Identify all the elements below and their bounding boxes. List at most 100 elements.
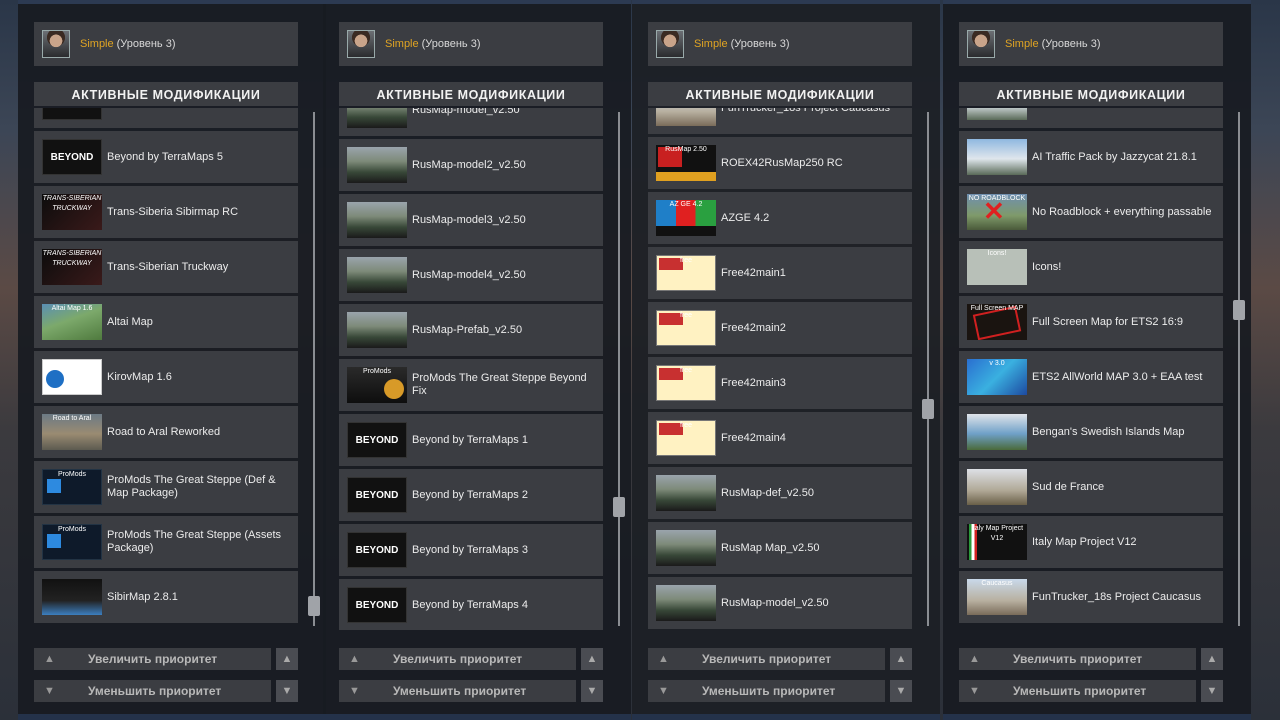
mod-name: Trans-Siberian Truckway: [107, 260, 229, 273]
mod-list[interactable]: RusMap-model_v2.50 RusMap-model2_v2.50 Rus…: [339, 108, 603, 630]
mod-list-item[interactable]: Sud de France: [959, 461, 1223, 513]
move-to-bottom-button[interactable]: ▼: [276, 680, 298, 702]
mod-list-item[interactable]: RusMap-model4_v2.50: [339, 249, 603, 301]
mod-list-item[interactable]: RusMap-model2_v2.50: [339, 139, 603, 191]
mod-name: Icons!: [1032, 260, 1062, 273]
mod-list-item[interactable]: free Free42main2: [648, 302, 912, 354]
mod-list-item[interactable]: TRANS-SIBERIAN TRUCKWAY Trans-Siberian Tr…: [34, 241, 298, 293]
mod-list-item[interactable]: v 3.0 ETS2 AllWorld MAP 3.0 + EAA test: [959, 351, 1223, 403]
mod-name: Trans-Siberia Sibirmap RC: [107, 205, 239, 218]
mod-name: RusMap-model4_v2.50: [412, 268, 526, 281]
double-chevron-up-icon: ▲: [895, 653, 907, 665]
scrollbar-thumb[interactable]: [922, 398, 934, 419]
mod-list-item[interactable]: BEYOND Beyond by TerraMaps 4: [339, 579, 603, 630]
mod-list-item[interactable]: RusMap 2.50 ROEX42RusMap250 RC: [648, 137, 912, 189]
mod-list-item[interactable]: Icons! Icons!: [959, 241, 1223, 293]
mod-list-item[interactable]: RusMap-model_v2.50: [648, 577, 912, 629]
mod-column-4: Simple (Уровень 3) АКТИВНЫЕ МОДИФИКАЦИИ …: [943, 0, 1251, 720]
mod-list-item[interactable]: SibirMap 2.8.1: [34, 571, 298, 623]
mod-list-item[interactable]: TRANS-SIBERIAN TRUCKWAY Trans-Siberia Sib…: [34, 186, 298, 238]
increase-priority-button[interactable]: ▲ Увеличить приоритет: [34, 648, 271, 670]
thumbnail-text: Full Screen MAP: [970, 305, 1024, 312]
mod-list-item[interactable]: ProMods ProMods The Great Steppe (Def & M…: [34, 461, 298, 513]
mod-list-item[interactable]: ProMods ProMods The Great Steppe (Assets …: [34, 516, 298, 568]
scrollbar-thumb[interactable]: [1233, 299, 1245, 320]
mod-list-item[interactable]: AZ GE 4.2 AZGE 4.2: [648, 192, 912, 244]
mod-list-item[interactable]: Altai Map 1.6 Altai Map: [34, 296, 298, 348]
increase-priority-label: Увеличить приоритет: [702, 652, 832, 666]
decrease-priority-button[interactable]: ▼ Уменьшить приоритет: [959, 680, 1196, 702]
mod-list[interactable]: BEYOND BEYOND Beyond by TerraMaps 5 TRANS-S…: [34, 108, 298, 630]
mod-list-item[interactable]: BEYOND Beyond by TerraMaps 5: [34, 131, 298, 183]
mod-list-item[interactable]: RusMap-def_v2.50: [648, 467, 912, 519]
increase-priority-button[interactable]: ▲ Увеличить приоритет: [959, 648, 1196, 670]
profile-card[interactable]: Simple (Уровень 3): [339, 22, 603, 66]
mod-list-item[interactable]: ProMods ProMods The Great Steppe Beyond F…: [339, 359, 603, 411]
mod-thumbnail: [656, 475, 716, 511]
mod-name: Free42main4: [721, 431, 786, 444]
mod-list-item[interactable]: Full Screen MAP Full Screen Map for ETS2 …: [959, 296, 1223, 348]
mod-list[interactable]: AI Traffic Pack by Jazzycat 21.8.1 NO ROA…: [959, 108, 1223, 630]
move-to-bottom-button[interactable]: ▼: [890, 680, 912, 702]
mod-thumbnail: NO ROADBLOCK: [967, 194, 1027, 230]
mod-list-item[interactable]: BEYOND Beyond by TerraMaps 1: [339, 414, 603, 466]
mod-list-item[interactable]: BEYOND: [34, 108, 298, 128]
mod-list-item[interactable]: BEYOND Beyond by TerraMaps 3: [339, 524, 603, 576]
mod-list-item[interactable]: [959, 108, 1223, 128]
move-to-top-button[interactable]: ▲: [581, 648, 603, 670]
mod-list-item[interactable]: free Free42main3: [648, 357, 912, 409]
move-to-top-button[interactable]: ▲: [890, 648, 912, 670]
thumbnail-text: BEYOND: [355, 434, 399, 446]
scrollbar-thumb[interactable]: [308, 596, 320, 617]
mod-thumbnail: AZ GE 4.2: [656, 200, 716, 236]
mod-list-item[interactable]: BEYOND Beyond by TerraMaps 2: [339, 469, 603, 521]
move-to-top-button[interactable]: ▲: [276, 648, 298, 670]
mod-list-item[interactable]: Bengan's Swedish Islands Map: [959, 406, 1223, 458]
mod-list-item[interactable]: free Free42main4: [648, 412, 912, 464]
mod-thumbnail: [656, 530, 716, 566]
mod-list-item[interactable]: KIROV MAP 1.6 KirovMap 1.6: [34, 351, 298, 403]
increase-priority-label: Увеличить приоритет: [88, 652, 218, 666]
mod-list-item[interactable]: AI Traffic Pack by Jazzycat 21.8.1: [959, 131, 1223, 183]
profile-card[interactable]: Simple (Уровень 3): [34, 22, 298, 66]
move-to-bottom-button[interactable]: ▼: [581, 680, 603, 702]
chevron-down-icon: ▼: [969, 685, 980, 697]
mod-thumbnail: TRANS-SIBERIAN TRUCKWAY: [42, 249, 102, 285]
increase-priority-button[interactable]: ▲ Увеличить приоритет: [339, 648, 576, 670]
decrease-priority-button[interactable]: ▼ Уменьшить приоритет: [339, 680, 576, 702]
scrollbar-thumb[interactable]: [613, 497, 625, 518]
mod-list[interactable]: Project Caucasus FunTrucker_18s Project C…: [648, 108, 912, 630]
decrease-priority-label: Уменьшить приоритет: [702, 684, 836, 698]
mod-list-item[interactable]: RusMap-model_v2.50: [339, 108, 603, 136]
mod-thumbnail: free: [656, 420, 716, 456]
thumbnail-text: Italy Map Project V12: [970, 525, 1024, 542]
move-to-top-button[interactable]: ▲: [1201, 648, 1223, 670]
mod-list-item[interactable]: Caucasus FunTrucker_18s Project Caucasus: [959, 571, 1223, 623]
increase-priority-row: ▲ Увеличить приоритет ▲: [648, 648, 912, 670]
mod-list-item[interactable]: NO ROADBLOCK No Roadblock + everything pa…: [959, 186, 1223, 238]
active-mods-header: АКТИВНЫЕ МОДИФИКАЦИИ: [959, 82, 1223, 106]
increase-priority-button[interactable]: ▲ Увеличить приоритет: [648, 648, 885, 670]
scrollbar-track[interactable]: [618, 112, 620, 626]
mod-name: Beyond by TerraMaps 5: [107, 150, 223, 163]
mod-list-item[interactable]: free Free42main1: [648, 247, 912, 299]
scrollbar-track[interactable]: [1238, 112, 1240, 626]
mod-list-item[interactable]: RusMap Map_v2.50: [648, 522, 912, 574]
decrease-priority-button[interactable]: ▼ Уменьшить приоритет: [648, 680, 885, 702]
profile-card[interactable]: Simple (Уровень 3): [959, 22, 1223, 66]
chevron-down-icon: ▼: [658, 685, 669, 697]
decrease-priority-button[interactable]: ▼ Уменьшить приоритет: [34, 680, 271, 702]
mod-list-item[interactable]: Italy Map Project V12 Italy Map Project V…: [959, 516, 1223, 568]
move-to-bottom-button[interactable]: ▼: [1201, 680, 1223, 702]
active-mods-header: АКТИВНЫЕ МОДИФИКАЦИИ: [339, 82, 603, 106]
scrollbar-track[interactable]: [927, 112, 929, 626]
mod-list-item[interactable]: RusMap-model3_v2.50: [339, 194, 603, 246]
scrollbar-track[interactable]: [313, 112, 315, 626]
profile-card[interactable]: Simple (Уровень 3): [648, 22, 912, 66]
mod-list-item[interactable]: Project Caucasus FunTrucker_18s Project C…: [648, 108, 912, 134]
mod-thumbnail: BEYOND: [42, 139, 102, 175]
mod-name: No Roadblock + everything passable: [1032, 205, 1212, 218]
mod-list-item[interactable]: RusMap-Prefab_v2.50: [339, 304, 603, 356]
mod-name: Full Screen Map for ETS2 16:9: [1032, 315, 1184, 328]
mod-list-item[interactable]: Road to Aral Road to Aral Reworked: [34, 406, 298, 458]
